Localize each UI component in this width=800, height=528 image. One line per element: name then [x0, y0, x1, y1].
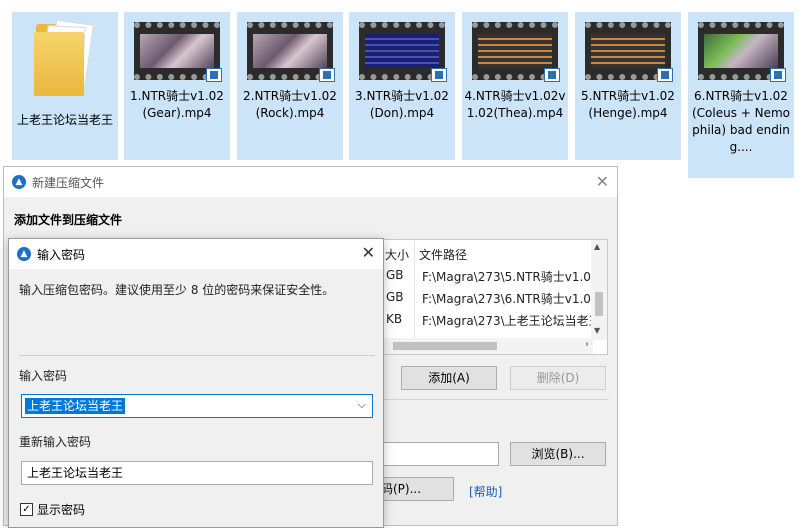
file-size: KB — [386, 312, 403, 326]
add-button[interactable]: 添加(A) — [401, 366, 497, 390]
divider — [19, 355, 375, 356]
scroll-down-icon[interactable]: ▼ — [594, 326, 600, 335]
delete-button[interactable]: 删除(D) — [510, 366, 606, 390]
show-password-checkbox[interactable]: ✓ — [20, 503, 33, 516]
file-label: 6.NTR骑士v1.02(Coleus + Nemophila) bad end… — [691, 89, 791, 154]
column-header-size[interactable]: 大小 — [385, 246, 409, 263]
video-thumbnail-icon — [134, 22, 222, 82]
file-item-video-2[interactable]: 2.NTR骑士v1.02(Rock).mp4 — [237, 12, 343, 160]
file-path: F:\Magra\273\5.NTR骑士v1.02(Henge).mp4 — [422, 270, 597, 284]
file-size: GB — [386, 268, 404, 282]
file-label: 4.NTR骑士v1.02v1.02(Thea).mp4 — [464, 89, 566, 120]
file-item-folder[interactable]: 上老王论坛当老王 — [12, 12, 118, 160]
reenter-password-label: 重新输入密码 — [19, 435, 92, 449]
file-item-video-5[interactable]: 5.NTR骑士v1.02(Henge).mp4 — [575, 12, 681, 160]
scroll-thumb[interactable] — [393, 342, 497, 350]
password-value[interactable]: 上老王论坛当老王 — [25, 398, 126, 414]
scroll-right-icon[interactable]: › — [585, 339, 589, 350]
video-thumbnail-icon — [472, 22, 560, 82]
app-icon: ▲ — [17, 247, 31, 261]
close-icon[interactable]: ✕ — [596, 172, 609, 191]
file-path: F:\Magra\273\上老王论坛当老王 — [422, 314, 597, 328]
chevron-down-icon[interactable]: ⌵ — [358, 398, 366, 412]
file-item-video-3[interactable]: 3.NTR骑士v1.02(Don).mp4 — [349, 12, 455, 160]
divider — [384, 399, 609, 400]
file-label: 1.NTR骑士v1.02(Gear).mp4 — [130, 89, 224, 120]
help-link[interactable]: [帮助] — [469, 483, 502, 500]
password-title: 输入密码 — [37, 247, 86, 262]
password-label: 输入密码 — [19, 369, 68, 383]
close-icon[interactable]: ✕ — [362, 243, 375, 262]
file-label: 3.NTR骑士v1.02(Don).mp4 — [355, 89, 449, 120]
section-title: 添加文件到压缩文件 — [14, 213, 123, 227]
path-input[interactable] — [377, 442, 499, 466]
folder-icon — [34, 19, 96, 104]
file-size: GB — [386, 290, 404, 304]
column-header-path[interactable]: 文件路径 — [419, 246, 467, 263]
show-password-label[interactable]: 显示密码 — [37, 501, 85, 518]
password-dialog: ▲ 输入密码 ✕ 输入压缩包密码。建议使用至少 8 位的密码来保证安全性。 输入… — [8, 238, 384, 528]
browse-button[interactable]: 浏览(B)... — [510, 442, 606, 466]
file-path: F:\Magra\273\6.NTR骑士v1.02 (Coleus + Nemo… — [422, 292, 597, 306]
archive-title: 新建压缩文件 — [32, 175, 105, 190]
file-label: 5.NTR骑士v1.02(Henge).mp4 — [581, 89, 675, 120]
file-label: 2.NTR骑士v1.02(Rock).mp4 — [243, 89, 337, 120]
file-item-video-4[interactable]: 4.NTR骑士v1.02v1.02(Thea).mp4 — [462, 12, 568, 160]
video-thumbnail-icon — [585, 22, 673, 82]
scroll-thumb[interactable] — [595, 292, 603, 316]
file-item-video-1[interactable]: 1.NTR骑士v1.02(Gear).mp4 — [124, 12, 230, 160]
archive-titlebar: ▲ 新建压缩文件 — [4, 167, 617, 197]
file-item-video-6[interactable]: 6.NTR骑士v1.02(Coleus + Nemophila) bad end… — [688, 12, 794, 178]
scroll-up-icon[interactable]: ▲ — [594, 242, 600, 251]
video-thumbnail-icon — [359, 22, 447, 82]
app-icon: ▲ — [12, 175, 26, 189]
vertical-scrollbar[interactable]: ▲ ▼ — [591, 240, 607, 340]
file-label: 上老王论坛当老王 — [16, 113, 113, 127]
video-thumbnail-icon — [698, 22, 786, 82]
password-titlebar: ▲ 输入密码 — [9, 239, 383, 269]
password-description: 输入压缩包密码。建议使用至少 8 位的密码来保证安全性。 — [19, 283, 335, 297]
password-combobox[interactable]: 上老王论坛当老王 ⌵ — [21, 394, 373, 418]
video-thumbnail-icon — [247, 22, 335, 82]
show-password-checkbox-row[interactable]: ✓ 显示密码 — [20, 501, 85, 518]
reenter-password-field[interactable]: 上老王论坛当老王 — [21, 461, 373, 485]
